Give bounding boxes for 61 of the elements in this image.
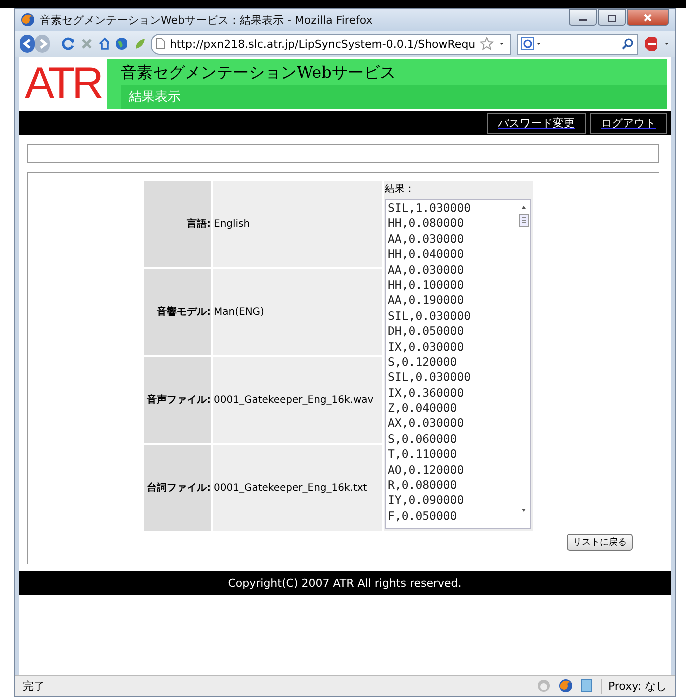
nav-link[interactable]: ログアウト	[590, 112, 667, 134]
field-label: 台詞ファイル:	[144, 445, 211, 531]
result-line: AA,0.030000	[388, 232, 466, 248]
result-line: SIL,0.030000	[388, 370, 472, 386]
maximize-button[interactable]	[598, 9, 626, 26]
result-line: R,0.080000	[388, 478, 458, 494]
result-line: SIL,1.030000	[388, 201, 472, 216]
result-line: AA,0.030000	[388, 262, 466, 278]
star-icon[interactable]	[480, 37, 494, 51]
firefox-icon[interactable]	[559, 679, 574, 693]
result-line: SIL,0.030000	[388, 308, 472, 324]
close-button[interactable]	[627, 9, 669, 26]
result-line: HH,0.100000	[388, 278, 466, 294]
result-line: HH,0.080000	[388, 216, 466, 232]
result-line: IX,0.360000	[388, 386, 466, 402]
result-line: F,0.050000	[388, 508, 458, 524]
field-label: 言語:	[144, 181, 211, 267]
result-line: AA,0.190000	[388, 293, 466, 309]
nav-link[interactable]: パスワード変更	[487, 112, 586, 134]
result-line: AX,0.030000	[388, 416, 466, 432]
result-line: DH,0.050000	[388, 324, 466, 340]
maximize-icon	[607, 14, 617, 22]
page-subtitle: 結果表示	[121, 85, 667, 109]
close-icon	[643, 14, 653, 22]
result-line: HH,0.040000	[388, 247, 466, 263]
proxy-status[interactable]: Proxy: なし	[601, 678, 667, 694]
result-line: S,0.120000	[388, 354, 458, 370]
book-icon[interactable]	[581, 679, 594, 693]
result-line: S,0.060000	[388, 432, 458, 448]
atr-logo: ATR	[24, 59, 102, 109]
adblock-icon[interactable]	[644, 36, 658, 52]
url-field[interactable]: http://pxn218.slc.atr.jp/LipSyncSystem-0.0.1/ShowRequ	[150, 34, 511, 54]
search-field[interactable]	[516, 34, 638, 54]
field-value: Man(ENG)	[213, 269, 382, 355]
status-text: 完了	[23, 678, 45, 694]
field-label: 音声ファイル:	[144, 357, 211, 443]
reload-icon[interactable]	[62, 37, 74, 51]
field-value: English	[213, 181, 382, 267]
search-icon[interactable]	[622, 38, 634, 50]
minimize-button[interactable]	[569, 9, 597, 26]
page-icon	[156, 38, 166, 50]
firefox-icon	[21, 13, 35, 27]
field-label: 音響モデル:	[144, 269, 211, 355]
back-button[interactable]	[20, 35, 36, 53]
dropdown-icon[interactable]	[498, 40, 506, 48]
result-line: AO,0.120000	[388, 462, 466, 478]
site-title: 音素セグメンテーションWebサービス	[121, 62, 397, 84]
result-label: 結果：	[384, 183, 416, 197]
back-to-list-button[interactable]: リストに戻る	[567, 534, 633, 551]
dropdown-icon[interactable]	[663, 40, 670, 48]
field-value: 0001_Gatekeeper_Eng_16k.wav	[213, 357, 382, 443]
field-value: 0001_Gatekeeper_Eng_16k.txt	[213, 445, 382, 531]
search-engine-icon[interactable]	[520, 37, 543, 51]
result-line: IY,0.090000	[388, 493, 466, 509]
copyright-text: Copyright(C) 2007 ATR All rights reserved.	[228, 576, 462, 590]
result-line: Z,0.040000	[388, 401, 458, 416]
home-icon[interactable]	[98, 37, 110, 51]
result-line: T,0.110000	[388, 447, 458, 463]
result-line: IX,0.030000	[388, 340, 466, 355]
window-title: 音素セグメンテーションWebサービス：結果表示 - Mozilla Firefox	[40, 12, 374, 28]
globe-icon[interactable]	[115, 37, 128, 51]
